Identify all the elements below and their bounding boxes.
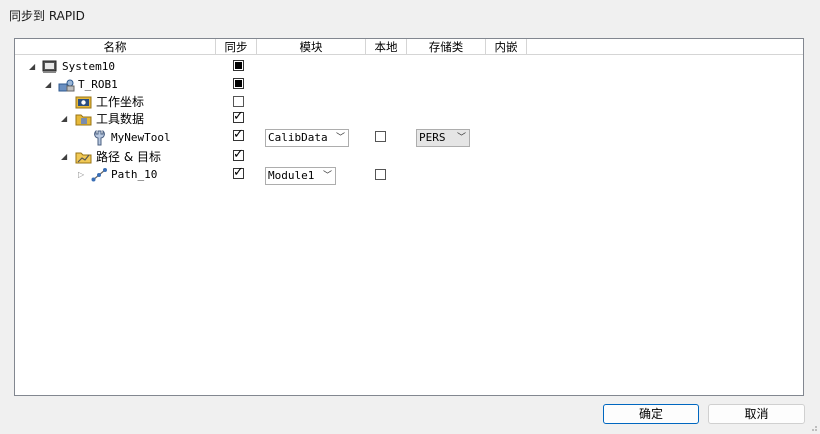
controller-icon	[42, 60, 57, 76]
tree-row-tooldata[interactable]: ◢ 工具数据	[15, 108, 803, 129]
local-checkbox[interactable]	[375, 169, 386, 180]
expand-arrow-icon[interactable]: ◢	[45, 76, 51, 94]
sync-checkbox[interactable]	[233, 164, 244, 182]
sync-checkbox[interactable]	[233, 108, 244, 126]
tree-label: 工作坐标	[96, 95, 145, 109]
tree-label: System10	[62, 60, 115, 73]
column-header-row: 名称 同步 模块 本地 存储类 内嵌	[15, 39, 803, 56]
sync-checkbox[interactable]	[233, 146, 244, 164]
tree-row-system10[interactable]: ◢ System10	[15, 58, 803, 76]
tree-row-t-rob1[interactable]: ◢ T_ROB1	[15, 76, 803, 94]
sync-checkbox[interactable]	[233, 96, 244, 107]
cancel-button[interactable]: 取消	[708, 404, 805, 424]
module-dropdown-value: Module1	[268, 169, 315, 182]
resize-grip-icon[interactable]	[808, 422, 818, 432]
column-header-local[interactable]: 本地	[366, 39, 407, 55]
ok-button[interactable]: 确定	[603, 404, 699, 424]
chevron-down-icon: ﹀	[456, 133, 466, 143]
tree-label: 工具数据	[96, 112, 145, 126]
module-dropdown[interactable]: CalibData ﹀	[265, 129, 349, 147]
sync-tree-grid[interactable]: 名称 同步 模块 本地 存储类 内嵌 ◢ System10 ◢ T_ROB1 工…	[14, 38, 804, 396]
collapse-arrow-icon[interactable]: ▷	[78, 166, 84, 184]
tool-icon	[92, 129, 106, 149]
tree-row-workobjects[interactable]: 工作坐标	[15, 93, 803, 111]
tree-row-path-10[interactable]: ▷ Path_10 Module1 ﹀	[15, 164, 803, 185]
expand-arrow-icon[interactable]: ◢	[29, 58, 35, 76]
expand-arrow-icon[interactable]: ◢	[61, 110, 67, 128]
tree-row-paths-targets[interactable]: ◢ 路径 & 目标	[15, 146, 803, 167]
sync-checkbox[interactable]	[233, 126, 244, 144]
tree-label: 路径 & 目标	[96, 150, 161, 164]
sync-checkbox[interactable]	[233, 78, 244, 89]
column-header-name[interactable]: 名称	[15, 39, 216, 55]
storage-dropdown-value: PERS	[419, 131, 446, 144]
tree-label: MyNewTool	[111, 131, 171, 144]
storage-dropdown[interactable]: PERS ﹀	[416, 129, 470, 147]
module-dropdown[interactable]: Module1 ﹀	[265, 167, 336, 185]
column-header-module[interactable]: 模块	[257, 39, 366, 55]
column-header-filler	[527, 39, 803, 55]
tree-row-mynewtool[interactable]: MyNewTool CalibData ﹀ PERS ﹀	[15, 126, 803, 149]
column-header-sync[interactable]: 同步	[216, 39, 257, 55]
local-checkbox[interactable]	[375, 131, 386, 142]
window-title: 同步到 RAPID	[9, 9, 85, 23]
column-header-storage[interactable]: 存储类	[407, 39, 486, 55]
module-dropdown-value: CalibData	[268, 131, 328, 144]
chevron-down-icon: ﹀	[335, 133, 345, 143]
paths-folder-icon	[75, 150, 92, 167]
sync-checkbox[interactable]	[233, 60, 244, 71]
chevron-down-icon: ﹀	[322, 171, 332, 181]
tree-label: Path_10	[111, 168, 158, 181]
tree-label: T_ROB1	[78, 78, 118, 91]
column-header-inline[interactable]: 内嵌	[486, 39, 527, 55]
tooldata-folder-icon	[75, 112, 92, 129]
path-icon	[91, 167, 108, 185]
expand-arrow-icon[interactable]: ◢	[61, 148, 67, 166]
